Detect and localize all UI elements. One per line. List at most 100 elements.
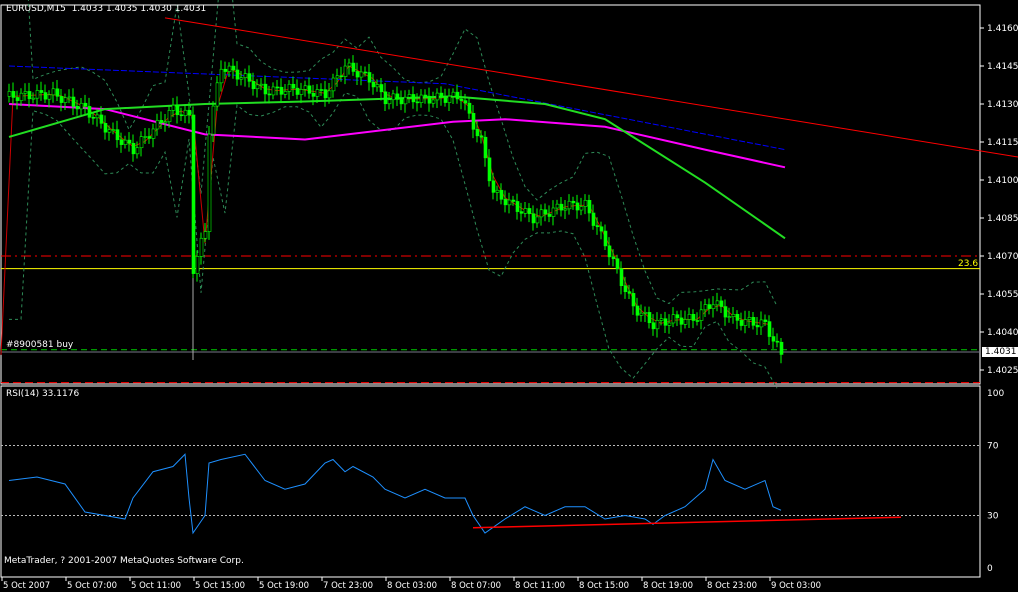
candle-body (151, 128, 156, 139)
candle-body (423, 94, 428, 97)
candle-body (255, 84, 260, 90)
candle-body (763, 319, 768, 322)
candle-body (199, 237, 204, 257)
high-value: 1.4035 (105, 4, 138, 14)
candle-body (111, 129, 116, 131)
candle-body (487, 157, 492, 182)
candle-body (683, 319, 688, 325)
candle-body (91, 116, 96, 119)
candle-body (175, 104, 180, 116)
candle-body (471, 113, 476, 130)
candle-body (575, 202, 580, 211)
candle-body (347, 62, 352, 67)
candle-body (735, 313, 740, 321)
candle-body (115, 129, 120, 141)
candle-body (643, 312, 648, 314)
candle-body (351, 62, 356, 72)
candle-body (447, 95, 452, 103)
candle-body (95, 114, 100, 119)
candle-body (23, 91, 28, 94)
candle-body (319, 89, 324, 91)
candle-body (703, 304, 708, 311)
candle-body (531, 213, 536, 224)
candle-body (463, 100, 468, 104)
candle-body (539, 209, 544, 218)
bollinger-upper (27, 0, 778, 307)
candle-body (647, 312, 652, 324)
candle-body (327, 90, 332, 99)
x-tick-label: 9 Oct 03:00 (771, 581, 821, 591)
x-tick-label: 5 Oct 19:00 (259, 581, 309, 591)
candle-body (279, 86, 284, 95)
x-tick-label: 5 Oct 07:00 (67, 581, 117, 591)
candle-body (403, 96, 408, 105)
candle-body (375, 84, 380, 88)
y-tick-label: 1.4115 (987, 138, 1018, 148)
candle-body (119, 139, 124, 145)
candle-body (127, 139, 132, 144)
candle-body (79, 102, 84, 110)
y-tick-label: 1.4100 (987, 176, 1018, 186)
candle-body (307, 85, 312, 94)
candle-body (219, 68, 224, 84)
y-tick-label: 1.4085 (987, 214, 1018, 224)
x-tick-label: 5 Oct 15:00 (195, 581, 245, 591)
candle-body (467, 102, 472, 114)
candle-body (691, 313, 696, 321)
candle-body (215, 82, 220, 107)
candle-body (511, 199, 516, 202)
candle-body (571, 200, 576, 204)
candle-body (407, 94, 412, 98)
price-chart: 1.4160 1.4145 1.4130 1.4115 1.4100 1.4085 1.40… (0, 0, 1018, 591)
candle-body (179, 114, 184, 117)
candle-body (595, 225, 600, 228)
candle-body (755, 325, 760, 328)
candle-body (211, 105, 216, 135)
candle-body (223, 68, 228, 72)
candle-body (275, 86, 280, 89)
candle-body (431, 99, 436, 104)
candle-body (547, 213, 552, 217)
candle-body (139, 136, 144, 149)
candle-body (123, 139, 128, 145)
candle-body (135, 147, 140, 155)
candle-body (587, 199, 592, 214)
candle-body (207, 133, 212, 232)
candle-body (603, 230, 608, 247)
rsi-trendline (472, 516, 902, 529)
candle-body (543, 209, 548, 215)
candle-body (363, 71, 368, 74)
rsi-pane-border (0, 385, 981, 578)
candle-body (631, 293, 636, 307)
rsi-label: RSI(14) 33.1176 (6, 389, 80, 399)
candle-body (607, 245, 612, 258)
candle-body (707, 304, 712, 309)
candle-body (483, 136, 488, 159)
candle-body (147, 136, 152, 139)
candle-body (323, 89, 328, 99)
candle-body (727, 316, 732, 318)
candle-body (775, 340, 780, 343)
x-tick-label: 8 Oct 19:00 (643, 581, 693, 591)
candle-body (523, 208, 528, 214)
candle-body (379, 84, 384, 93)
candle-body (519, 211, 524, 214)
y-tick-label: 1.4040 (987, 328, 1018, 338)
candle-body (635, 305, 640, 316)
candle-body (155, 120, 160, 130)
candle-body (675, 314, 680, 319)
candle-body (659, 318, 664, 321)
y-tick-label: 1.4055 (987, 290, 1018, 300)
candle-body (267, 93, 272, 96)
rsi-tick-label: 100 (987, 389, 1004, 399)
x-tick-label: 8 Oct 23:00 (707, 581, 757, 591)
y-tick-label: 1.4160 (987, 24, 1018, 34)
candle-body (515, 201, 520, 212)
candle-body (335, 75, 340, 79)
candle-body (555, 203, 560, 209)
candle-body (731, 313, 736, 317)
candle-body (395, 93, 400, 100)
y-tick-label: 1.4025 (987, 366, 1018, 376)
candle-body (579, 206, 584, 211)
rsi-tick-label: 70 (987, 442, 999, 452)
